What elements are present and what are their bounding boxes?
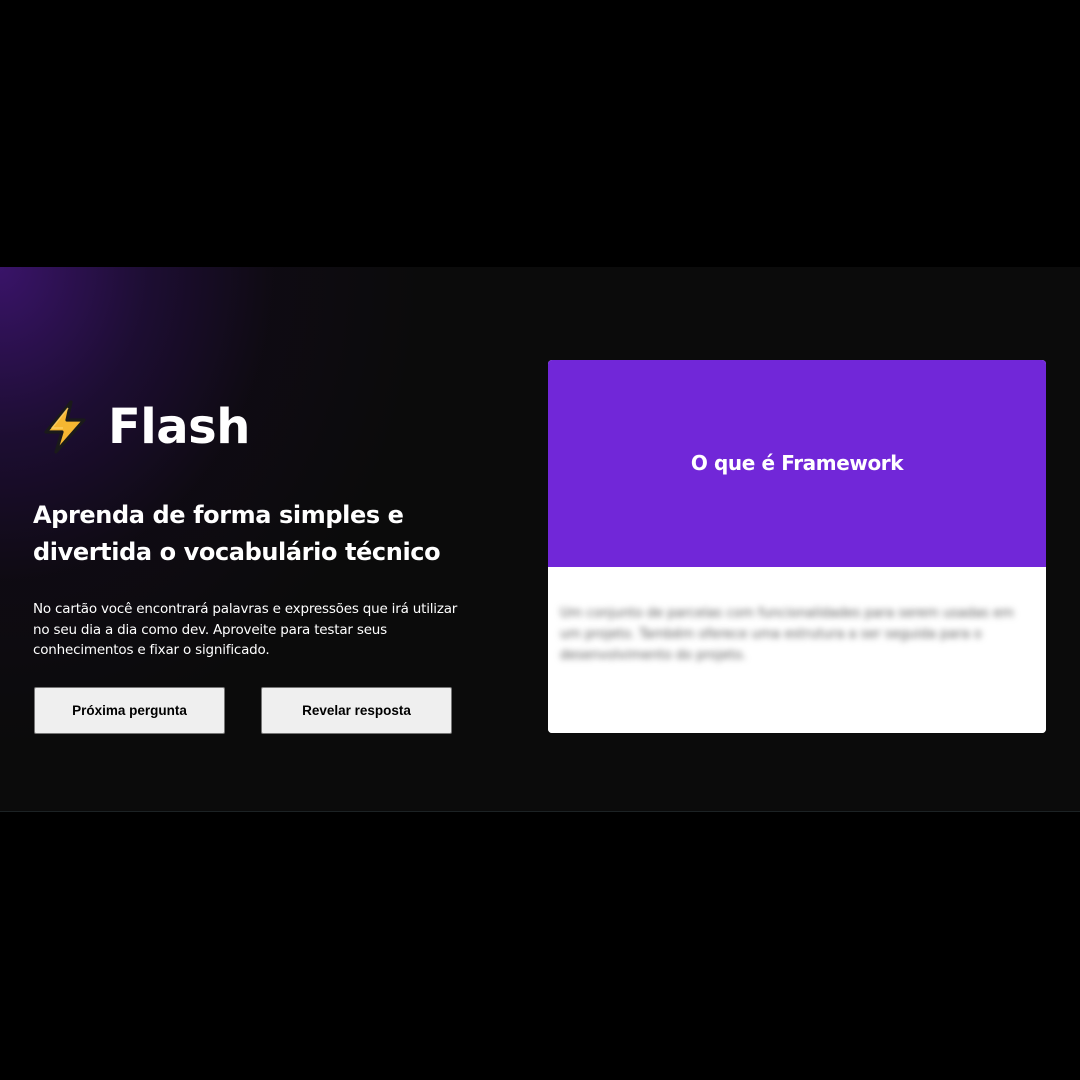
flashcard-back: Um conjunto de parcelas com funcionalida… [548, 567, 1046, 733]
flashcard-answer-blurred: Um conjunto de parcelas com funcionalida… [560, 606, 1014, 663]
page-headline: Aprenda de forma simples e divertida o v… [33, 501, 441, 566]
lightning-bolt-icon [44, 400, 86, 454]
flashcard[interactable]: O que é Framework Um conjunto de parcela… [548, 360, 1046, 733]
letterbox-top [0, 0, 1080, 267]
hero-section: Flash Aprenda de forma simples e diverti… [0, 267, 1080, 812]
flashcard-question: O que é Framework [690, 450, 904, 475]
letterbox-bottom [0, 812, 1080, 1080]
reveal-answer-button[interactable]: Revelar resposta [261, 687, 452, 734]
logo: Flash [37, 399, 250, 455]
logo-text: Flash [108, 399, 250, 455]
next-question-button[interactable]: Próxima pergunta [34, 687, 225, 734]
flashcard-front: O que é Framework [548, 360, 1046, 567]
page-description: No cartão você encontrará palavras e exp… [33, 601, 458, 658]
